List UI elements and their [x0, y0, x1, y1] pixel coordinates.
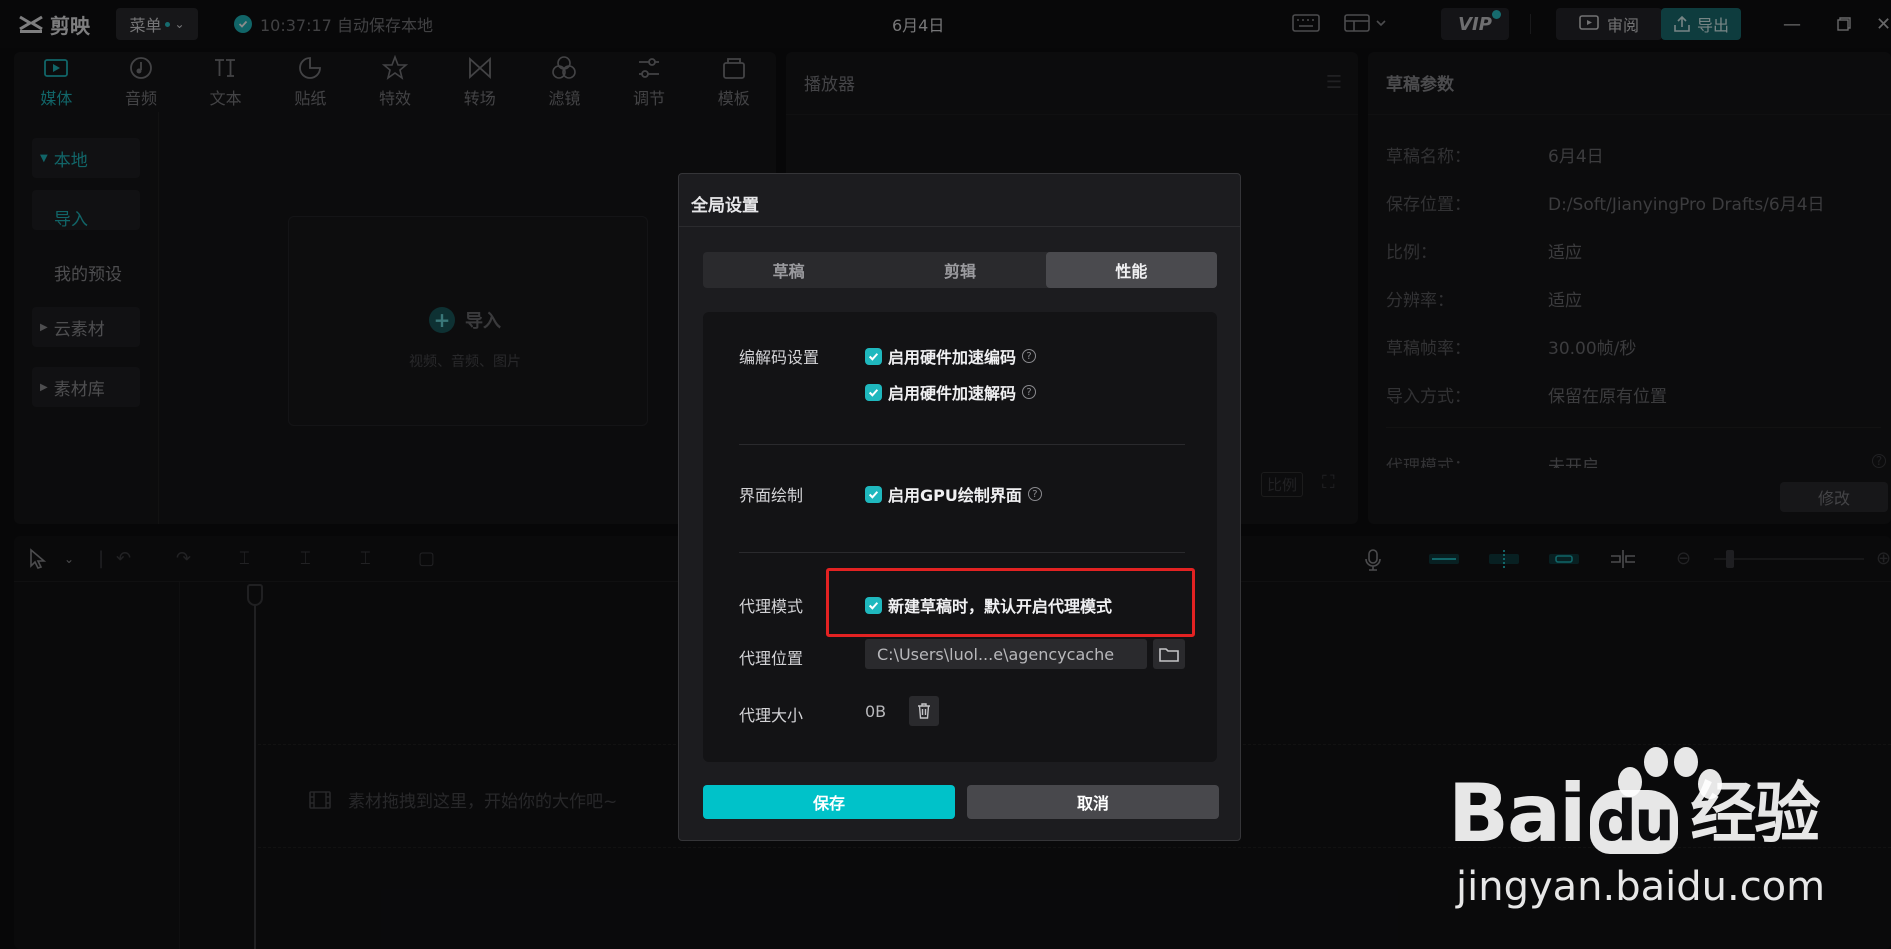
- folder-icon[interactable]: [1153, 639, 1185, 669]
- settings-tabs: 草稿 剪辑 性能: [703, 252, 1217, 288]
- proxy-size-value: 0B: [865, 702, 887, 721]
- hw-encode-option[interactable]: 启用硬件加速编码 ?: [865, 344, 1037, 368]
- performance-settings-card: 编解码设置 启用硬件加速编码 ? 启用硬件加速解码 ? 界面绘制 启用GPU绘制…: [703, 312, 1217, 762]
- codec-settings-label: 编解码设置: [739, 348, 820, 367]
- proxy-size-label: 代理大小: [739, 706, 804, 725]
- render-label: 界面绘制: [739, 486, 804, 505]
- proxy-path-field[interactable]: C:\Users\luol...e\agencycache: [865, 639, 1147, 669]
- gpu-render-label: 启用GPU绘制界面: [888, 486, 1022, 505]
- proxy-path-label: 代理位置: [739, 649, 804, 668]
- tab-performance[interactable]: 性能: [1045, 252, 1217, 288]
- annotation-highlight-box: [826, 568, 1195, 637]
- watermark-brand: Bai du 经验: [1448, 767, 1820, 860]
- hw-decode-option[interactable]: 启用硬件加速解码 ?: [865, 380, 1037, 404]
- dialog-title-separator: [679, 226, 1240, 227]
- help-icon[interactable]: ?: [1027, 487, 1042, 501]
- proxy-mode-label: 代理模式: [739, 597, 804, 616]
- card-separator: [739, 444, 1185, 445]
- help-icon[interactable]: ?: [1022, 349, 1037, 363]
- hw-decode-label: 启用硬件加速解码: [888, 384, 1017, 403]
- trash-icon[interactable]: [909, 696, 939, 726]
- watermark-du: du: [1590, 790, 1679, 854]
- save-button[interactable]: 保存: [703, 785, 955, 819]
- watermark-bai: Bai: [1448, 767, 1586, 860]
- tab-draft[interactable]: 草稿: [703, 252, 874, 288]
- gpu-render-checkbox[interactable]: [865, 485, 882, 503]
- watermark-jingyan: 经验: [1690, 775, 1820, 852]
- gpu-render-option[interactable]: 启用GPU绘制界面 ?: [865, 482, 1042, 506]
- help-icon[interactable]: ?: [1022, 385, 1037, 399]
- hw-decode-checkbox[interactable]: [865, 383, 882, 401]
- global-settings-dialog: 全局设置 草稿 剪辑 性能 编解码设置 启用硬件加速编码 ? 启用硬件加速解码 …: [678, 173, 1241, 841]
- dialog-title: 全局设置: [691, 196, 759, 216]
- baidu-jingyan-watermark: Bai du 经验 jingyan.baidu.com: [1448, 744, 1848, 944]
- tab-edit[interactable]: 剪辑: [874, 252, 1045, 288]
- hw-encode-checkbox[interactable]: [865, 347, 882, 365]
- cancel-button[interactable]: 取消: [967, 785, 1219, 819]
- card-separator: [739, 552, 1185, 553]
- hw-encode-label: 启用硬件加速编码: [888, 348, 1017, 367]
- watermark-url: jingyan.baidu.com: [1456, 864, 1826, 910]
